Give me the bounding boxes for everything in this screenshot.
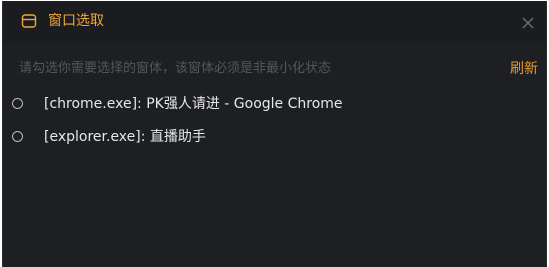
window-picker-dialog: 窗口选取 请勾选你需要选择的窗体，该窗体必须是非最小化状态 刷新 [chrome… <box>2 1 547 267</box>
hint-row: 请勾选你需要选择的窗体，该窗体必须是非最小化状态 刷新 <box>3 57 546 81</box>
window-item-label: [chrome.exe]: PK强人请进 - Google Chrome <box>44 96 343 112</box>
close-button[interactable] <box>518 13 538 33</box>
close-icon <box>522 17 534 29</box>
radio-button[interactable] <box>12 98 23 109</box>
title-bar: 窗口选取 <box>3 1 546 43</box>
window-icon <box>21 13 37 29</box>
radio-button[interactable] <box>12 131 23 142</box>
window-item-explorer[interactable]: [explorer.exe]: 直播助手 <box>3 127 546 160</box>
refresh-button[interactable]: 刷新 <box>510 59 538 79</box>
hint-text: 请勾选你需要选择的窗体，该窗体必须是非最小化状态 <box>19 61 332 76</box>
window-item-chrome[interactable]: [chrome.exe]: PK强人请进 - Google Chrome <box>3 94 546 127</box>
window-item-label: [explorer.exe]: 直播助手 <box>44 129 206 145</box>
dialog-title: 窗口选取 <box>48 13 104 29</box>
window-list: [chrome.exe]: PK强人请进 - Google Chrome [ex… <box>3 94 546 160</box>
